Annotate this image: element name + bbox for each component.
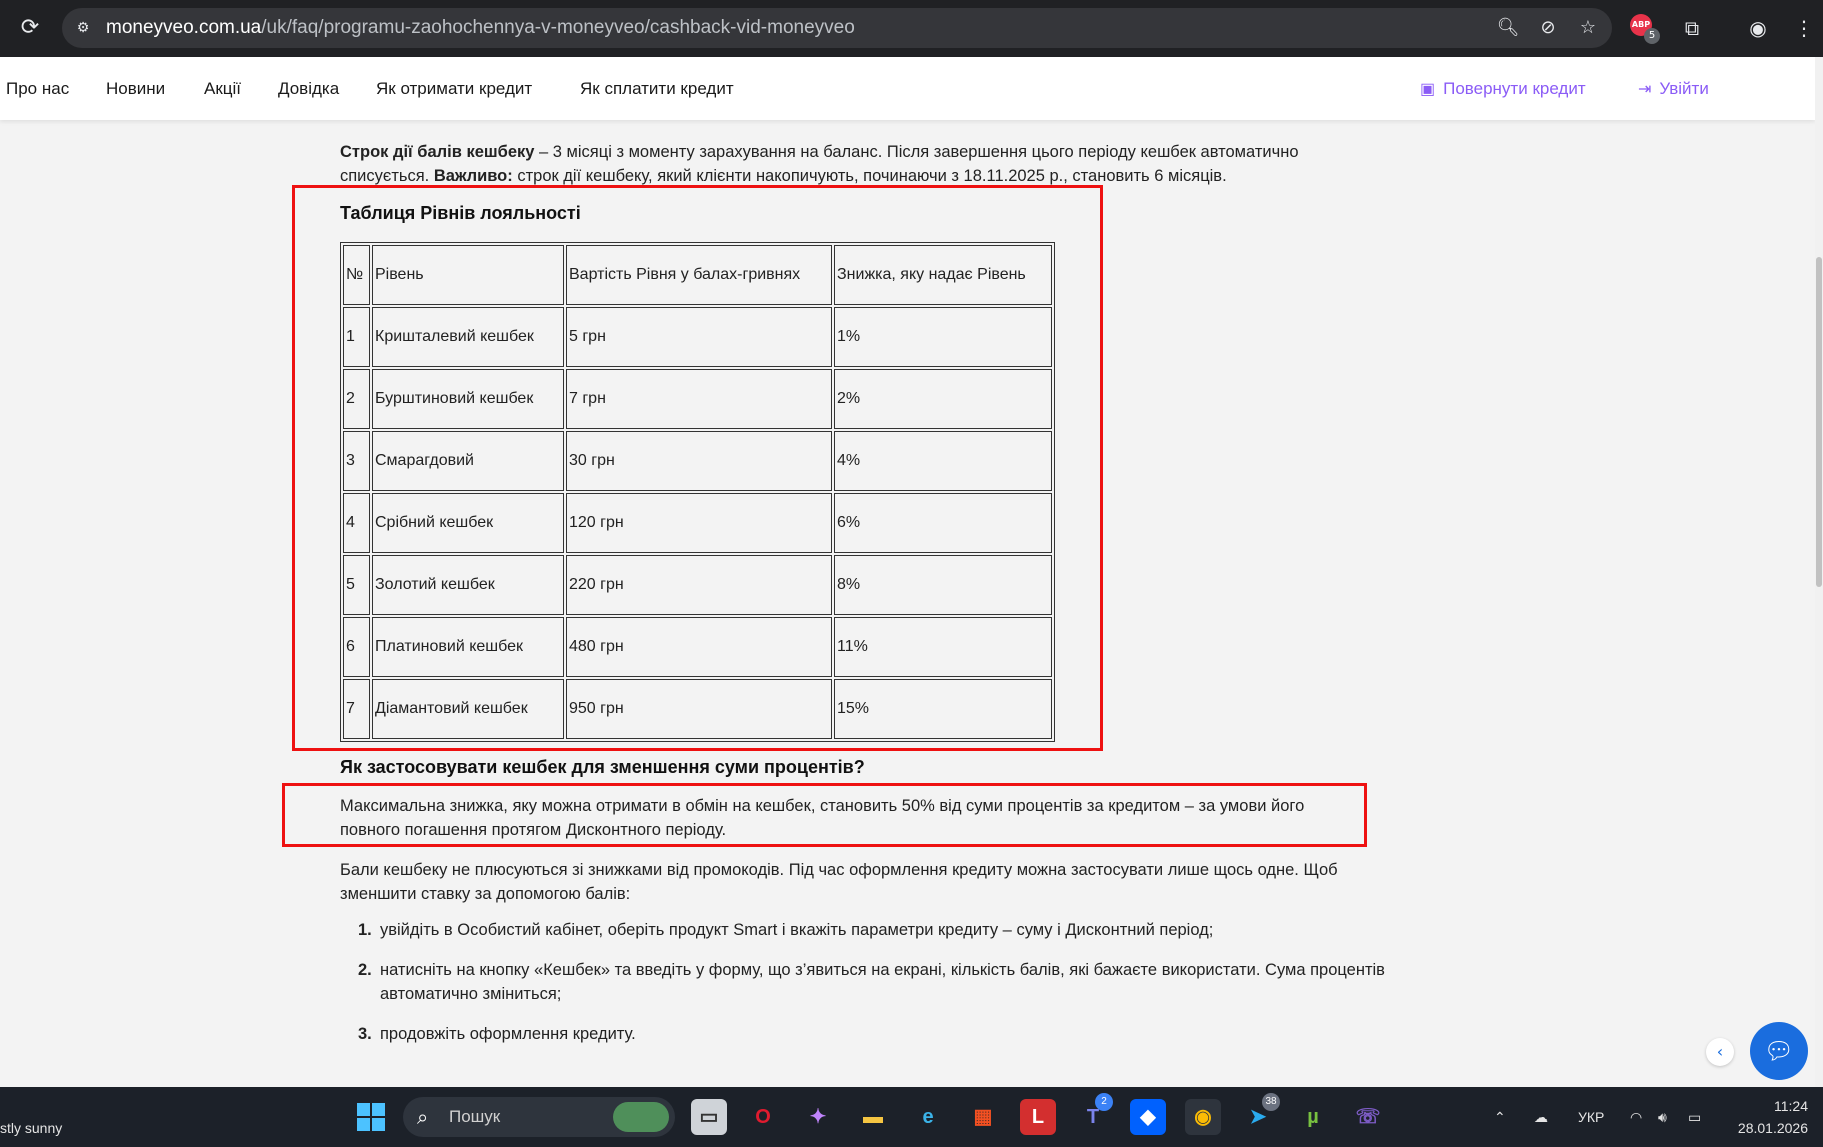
- bookmark-star-icon[interactable]: ☆: [1576, 16, 1600, 40]
- telegram-badge: 38: [1262, 1093, 1280, 1111]
- step-number: 3.: [358, 1025, 372, 1043]
- weather-widget[interactable]: stly sunny: [0, 1087, 62, 1147]
- chrome-icon[interactable]: ◉: [1185, 1099, 1221, 1135]
- lingva-l-icon[interactable]: L: [1020, 1099, 1056, 1135]
- nav-how-to-get-credit[interactable]: Як отримати кредит: [376, 57, 532, 120]
- taskbar-search-label: Пошук: [449, 1107, 501, 1126]
- adblock-count-badge: 5: [1644, 28, 1660, 44]
- browser-toolbar: ⟳ ⚙ moneyveo.com.ua/uk/faq/programu-zaoh…: [0, 0, 1823, 57]
- edge-icon[interactable]: e: [910, 1099, 946, 1135]
- utorrent-icon[interactable]: µ: [1295, 1099, 1331, 1135]
- max-discount-highlight-box: [282, 783, 1367, 847]
- onedrive-icon[interactable]: ☁: [1534, 1087, 1548, 1147]
- store-icon[interactable]: ▦: [965, 1099, 1001, 1135]
- clock-time: 11:24: [1774, 1098, 1808, 1114]
- url-text[interactable]: moneyveo.com.ua/uk/faq/programu-zaohoche…: [106, 8, 855, 48]
- important-text: строк дії кешбеку, який клієнти накопичу…: [512, 167, 1227, 185]
- chat-support-button[interactable]: 💬︎: [1750, 1022, 1808, 1080]
- nav-how-to-repay-credit[interactable]: Як сплатити кредит: [580, 57, 734, 120]
- url-host: moneyveo.com.ua: [106, 17, 262, 38]
- dropbox-icon[interactable]: ◆: [1130, 1099, 1166, 1135]
- nav-help[interactable]: Довідка: [278, 57, 339, 120]
- list-item: 2. натисніть на кнопку «Кешбек» та введіт…: [358, 958, 1388, 1006]
- login-arrow-icon: ⇥: [1638, 81, 1652, 98]
- taskbar-search[interactable]: ⌕ Пошук: [403, 1097, 675, 1137]
- menu-kebab-icon[interactable]: ⋮: [1790, 14, 1818, 42]
- clock[interactable]: 11:24 28.01.2026: [1728, 1095, 1808, 1139]
- repay-credit-label: Повернути кредит: [1443, 79, 1586, 98]
- table-highlight-box: [292, 185, 1103, 751]
- adblock-extension-icon[interactable]: ABP 5: [1630, 14, 1660, 44]
- clock-date: 28.01.2026: [1737, 1120, 1808, 1136]
- eye-off-icon[interactable]: ⊘: [1536, 16, 1560, 40]
- repay-credit-link[interactable]: ▣ Повернути кредит: [1420, 57, 1586, 120]
- volume-icon[interactable]: 🔊︎: [1658, 1087, 1667, 1147]
- scrollbar-thumb[interactable]: [1816, 257, 1822, 587]
- teams-badge: 2: [1095, 1093, 1113, 1111]
- list-item: 3. продовжіть оформлення кредиту.: [358, 1022, 1388, 1046]
- search-highlight-image: [613, 1102, 669, 1132]
- step-text: увійдіть в Особистий кабінет, оберіть пр…: [380, 921, 1214, 939]
- login-link[interactable]: ⇥ Увійти: [1638, 57, 1709, 120]
- article-body: Строк дії балів кешбеку – 3 місяці з мом…: [340, 120, 1385, 188]
- windows-start-icon[interactable]: [357, 1103, 385, 1131]
- reload-icon[interactable]: ⟳: [16, 14, 44, 42]
- step-number: 2.: [358, 961, 372, 979]
- site-info-icon[interactable]: ⚙: [72, 17, 94, 39]
- address-bar[interactable]: ⚙ moneyveo.com.ua/uk/faq/programu-zaohoc…: [62, 8, 1612, 48]
- site-navigation: Про нас Новини Акції Довідка Як отримати…: [0, 57, 1815, 120]
- copilot-icon[interactable]: ✦: [800, 1099, 836, 1135]
- chevron-left-icon[interactable]: ‹: [1706, 1038, 1734, 1066]
- extensions-puzzle-icon[interactable]: ⧉: [1678, 14, 1706, 42]
- nav-promotions[interactable]: Акції: [204, 57, 241, 120]
- chat-bubble-icon: 💬︎: [1763, 1037, 1795, 1065]
- cashback-validity-paragraph: Строк дії балів кешбеку – 3 місяці з мом…: [340, 140, 1385, 188]
- promo-codes-paragraph: Бали кешбеку не плюсуються зі знижками в…: [340, 861, 1338, 903]
- url-path: /uk/faq/programu-zaohochennya-v-moneyveo…: [261, 17, 855, 38]
- profile-icon[interactable]: ◉: [1744, 14, 1772, 42]
- opera-icon[interactable]: O: [745, 1099, 781, 1135]
- battery-icon[interactable]: ▭: [1688, 1087, 1701, 1147]
- nav-about[interactable]: Про нас: [6, 57, 69, 120]
- file-explorer-icon[interactable]: ▬: [855, 1099, 891, 1135]
- wifi-icon[interactable]: ◠: [1630, 1087, 1642, 1147]
- nav-news[interactable]: Новини: [106, 57, 165, 120]
- windows-taskbar: stly sunny ⌕ Пошук ▭ O ✦ ▬ e ▦ L T 2 ◆ ◉…: [0, 1087, 1823, 1147]
- cashback-steps-list: 1. увійдіть в Особистий кабінет, оберіть …: [358, 918, 1388, 1062]
- apply-cashback-heading: Як застосовувати кешбек для зменшення су…: [340, 757, 865, 777]
- validity-term-label: Строк дії балів кешбеку: [340, 143, 535, 161]
- wallet-icon: ▣: [1420, 81, 1436, 98]
- page-scrollbar[interactable]: [1815, 57, 1823, 1087]
- important-label: Важливо:: [433, 167, 513, 185]
- language-indicator[interactable]: УКР: [1578, 1087, 1604, 1147]
- login-label: Увійти: [1659, 79, 1709, 98]
- zoom-icon[interactable]: 🔍︎: [1496, 16, 1520, 40]
- step-number: 1.: [358, 921, 372, 939]
- step-text: продовжіть оформлення кредиту.: [380, 1025, 636, 1043]
- tray-overflow-icon[interactable]: ⌃: [1494, 1087, 1506, 1147]
- viber-icon[interactable]: ☏: [1350, 1099, 1386, 1135]
- search-icon: ⌕: [417, 1105, 429, 1129]
- task-view-icon[interactable]: ▭: [691, 1099, 727, 1135]
- step-text: натисніть на кнопку «Кешбек» та введіть …: [380, 961, 1385, 1003]
- list-item: 1. увійдіть в Особистий кабінет, оберіть …: [358, 918, 1388, 942]
